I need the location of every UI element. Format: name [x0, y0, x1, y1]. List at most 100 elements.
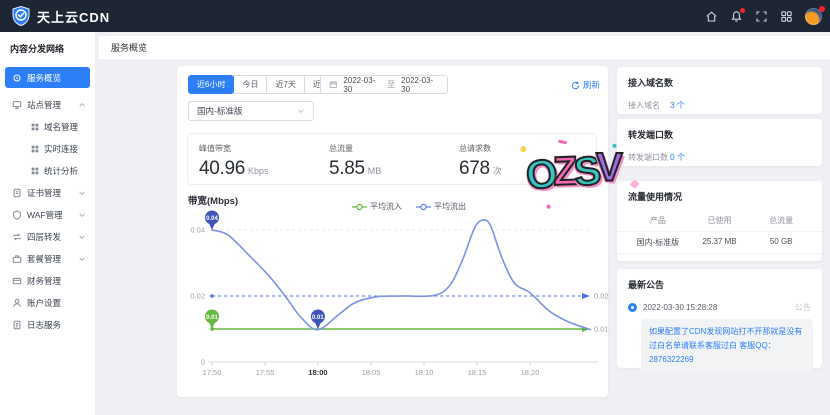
announcement-tag: 公告: [795, 302, 811, 313]
stat-peak-bandwidth: 峰值带宽 40.96Kbps: [199, 143, 269, 180]
refresh-icon: [571, 81, 580, 90]
stat-value: 5.85: [329, 158, 365, 179]
sidebar-item-service-overview[interactable]: 服务概览: [5, 67, 90, 88]
sidebar-item-label: 四层转发: [27, 231, 61, 243]
legend-inflow[interactable]: 平均流入: [352, 201, 402, 212]
bank-card-icon: [12, 276, 22, 286]
plan-selected-value: 国内-标准版: [197, 105, 242, 117]
legend-outflow[interactable]: 平均流出: [416, 201, 466, 212]
sidebar-item-label: WAF管理: [27, 209, 63, 221]
apps-grid-icon[interactable]: [780, 10, 793, 23]
date-start: 2022-03-30: [343, 76, 381, 94]
svg-text:18:05: 18:05: [362, 368, 381, 377]
waf-shield-icon: [12, 210, 22, 220]
chart-legend: 平均流入 平均流出: [352, 201, 466, 212]
home-icon[interactable]: [705, 10, 718, 23]
svg-text:18:20: 18:20: [521, 368, 540, 377]
sidebar-item-label: 套餐管理: [27, 253, 61, 265]
app-logo[interactable]: 天上云CDN: [0, 6, 110, 26]
svg-text:0.04: 0.04: [206, 216, 218, 222]
svg-text:0: 0: [201, 358, 205, 367]
shield-logo-icon: [12, 6, 30, 26]
range-7d-button[interactable]: 近7天: [266, 75, 304, 94]
fullscreen-icon[interactable]: [755, 10, 768, 23]
sidebar-item-label: 财务管理: [27, 275, 61, 287]
chart-plot-area: 17:5017:5518:0018:0518:1018:1518:2000.02…: [180, 206, 625, 391]
sidebar-item-site-management[interactable]: 站点管理: [0, 94, 95, 116]
sidebar-item-layer4-forward[interactable]: 四层转发: [0, 226, 95, 248]
svg-text:0.01: 0.01: [206, 315, 218, 321]
svg-text:0.01: 0.01: [594, 325, 609, 334]
chevron-down-icon: [297, 107, 305, 115]
sidebar-title: 内容分发网络: [0, 32, 95, 62]
sidebar-item-label: 证书管理: [27, 187, 61, 199]
traffic-table: 产品 已使用 总流量 国内-标准版 25.37 MB 50 GB: [617, 210, 822, 254]
stat-total-traffic: 总流量 5.85MB: [329, 143, 381, 180]
card-title: 转发端口数: [617, 119, 822, 141]
svg-text:18:10: 18:10: [415, 368, 434, 377]
chevron-down-icon: [78, 211, 86, 219]
svg-text:0.02: 0.02: [594, 292, 609, 301]
calendar-icon: [329, 80, 337, 89]
chevron-down-icon: [78, 255, 86, 263]
stat-label: 峰值带宽: [199, 143, 269, 154]
sidebar-item-log-service[interactable]: 日志服务: [0, 314, 95, 336]
overview-panel: 近6小时 今日 近7天 近30天 2022-03-30 至 2022-03-30…: [177, 66, 608, 397]
sidebar-item-label: 服务概览: [27, 72, 61, 84]
stat-unit: MB: [368, 166, 382, 176]
announcement-message: 如果配置了CDN发现网站打不开那就是没有过白名单请联系客服过白 客服QQ：287…: [641, 319, 813, 373]
svg-text:0.04: 0.04: [190, 226, 205, 235]
announcement-time: 2022-03-30 15:28:28: [643, 303, 717, 312]
site-icon: [12, 100, 22, 110]
overview-icon: [12, 73, 22, 83]
stat-label: 总请求数: [459, 143, 502, 154]
refresh-button[interactable]: 刷新: [571, 79, 600, 91]
svg-text:17:50: 17:50: [203, 368, 222, 377]
sidebar-item-certificates[interactable]: 证书管理: [0, 182, 95, 204]
avatar-badge: [819, 6, 825, 12]
range-today-button[interactable]: 今日: [233, 75, 267, 94]
announcement-icon: [628, 303, 637, 312]
user-avatar[interactable]: [805, 8, 822, 25]
announcement-item[interactable]: 2022-03-30 15:28:28 公告: [628, 302, 811, 313]
date-separator: 至: [387, 79, 395, 90]
grid-icon: [31, 167, 39, 175]
sidebar-item-label: 域名管理: [44, 121, 78, 133]
grid-icon: [31, 123, 39, 131]
traffic-usage-card: 流量使用情况 产品 已使用 总流量 国内-标准版 25.37 MB 50 GB: [617, 181, 822, 261]
certificate-icon: [12, 188, 22, 198]
ports-card: 转发端口数 转发端口数 0个: [617, 119, 822, 166]
card-title: 流量使用情况: [617, 181, 822, 203]
card-title: 最新公告: [617, 269, 822, 291]
chevron-down-icon: [78, 233, 86, 241]
range-6h-button[interactable]: 近6小时: [188, 75, 234, 94]
svg-text:18:00: 18:00: [308, 368, 327, 377]
log-document-icon: [12, 320, 22, 330]
bandwidth-chart: 带宽(Mbps) 平均流入 平均流出 17:5017:5518:0018:051…: [180, 196, 630, 394]
briefcase-icon: [12, 254, 22, 264]
ports-row: 转发端口数 0个: [628, 151, 811, 163]
legend-line-icon: [352, 203, 367, 211]
sidebar-item-domain-management[interactable]: 域名管理: [0, 116, 95, 138]
sidebar-item-label: 站点管理: [27, 99, 61, 111]
plan-select[interactable]: 国内-标准版: [188, 101, 314, 121]
bell-icon[interactable]: [730, 10, 743, 23]
card-title: 接入域名数: [617, 67, 822, 89]
date-range-picker[interactable]: 2022-03-30 至 2022-03-30: [320, 75, 448, 94]
ports-count: 0: [670, 152, 675, 162]
breadcrumb: 服务概览: [99, 36, 830, 59]
sidebar-item-account-settings[interactable]: 账户设置: [0, 292, 95, 314]
domains-count: 3: [670, 100, 675, 110]
svg-text:0.02: 0.02: [190, 292, 205, 301]
date-end: 2022-03-30: [401, 76, 439, 94]
grid-icon: [31, 145, 39, 153]
sidebar-item-waf[interactable]: WAF管理: [0, 204, 95, 226]
domains-card: 接入域名数 接入域名 3个: [617, 67, 822, 114]
svg-text:0.01: 0.01: [312, 315, 324, 321]
page-title: 服务概览: [111, 41, 147, 54]
sidebar-item-statistics[interactable]: 统计分析: [0, 160, 95, 182]
sidebar-item-finance[interactable]: 财务管理: [0, 270, 95, 292]
forward-arrows-icon: [12, 232, 22, 242]
sidebar-item-realtime[interactable]: 实时连接: [0, 138, 95, 160]
sidebar-item-packages[interactable]: 套餐管理: [0, 248, 95, 270]
